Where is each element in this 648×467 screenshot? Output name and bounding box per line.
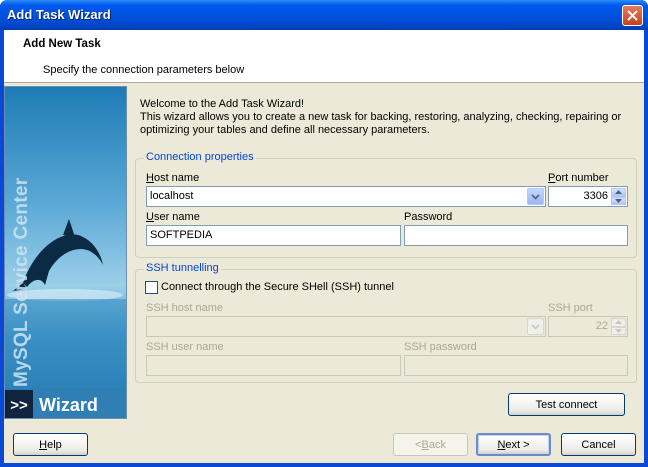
ssh-group-legend: SSH tunnelling <box>144 262 221 274</box>
wizard-side-banner: MySQL Service Center >> Wizard <box>4 86 127 419</box>
page-subtitle: Specify the connection parameters below <box>43 64 245 76</box>
ssh-tunnel-checkbox[interactable] <box>145 281 158 294</box>
spin-down-icon[interactable] <box>611 326 626 335</box>
intro-line-1: Welcome to the Add Task Wizard! <box>140 98 305 110</box>
spin-down-icon[interactable] <box>611 196 626 205</box>
user-name-label: User name <box>146 211 200 223</box>
page-title: Add New Task <box>23 38 101 50</box>
help-button[interactable]: Help <box>13 433 88 456</box>
host-name-value: localhost <box>150 190 194 202</box>
cancel-button[interactable]: Cancel <box>561 433 636 456</box>
wizard-header: Add New Task Specify the connection para… <box>4 30 644 83</box>
ssh-host-dropdown-button[interactable] <box>527 318 544 335</box>
port-number-value: 3306 <box>583 190 608 202</box>
password-label: Password <box>404 211 453 223</box>
close-button[interactable] <box>622 5 643 26</box>
ssh-port-spin-buttons[interactable] <box>611 318 626 335</box>
window-title: Add Task Wizard <box>7 7 111 22</box>
intro-line-3: optimizing your tables and define all ne… <box>140 124 430 136</box>
spin-up-icon[interactable] <box>611 188 626 197</box>
user-name-value: SOFTPEDIA <box>150 229 213 241</box>
password-input[interactable] <box>404 225 628 246</box>
host-name-combo[interactable]: localhost <box>146 186 546 207</box>
ssh-host-name-combo[interactable] <box>146 316 546 337</box>
user-name-input[interactable]: SOFTPEDIA <box>146 225 401 246</box>
ssh-tunnel-checkbox-label[interactable]: Connect through the Secure SHell (SSH) t… <box>161 281 394 293</box>
sidebar-wizard-label: Wizard <box>33 390 126 418</box>
sidebar-arrows: >> <box>5 390 33 418</box>
chevron-down-icon <box>531 323 540 330</box>
ssh-user-name-label: SSH user name <box>146 341 224 353</box>
ssh-password-input[interactable] <box>404 355 628 376</box>
wizard-window: Add Task Wizard Add New Task Specify the… <box>0 0 648 467</box>
sidebar-footer: >> Wizard <box>5 390 126 418</box>
next-button[interactable]: Next > <box>476 433 551 456</box>
ssh-host-name-label: SSH host name <box>146 302 224 314</box>
test-connect-button[interactable]: Test connect <box>508 393 625 416</box>
close-icon <box>627 10 638 21</box>
ssh-port-label: SSH port <box>548 302 593 314</box>
intro-text: Welcome to the Add Task Wizard! This wiz… <box>140 98 640 137</box>
port-spin-buttons[interactable] <box>611 188 626 205</box>
spin-up-icon[interactable] <box>611 318 626 327</box>
connection-group-legend: Connection properties <box>144 151 256 163</box>
ssh-port-value: 22 <box>595 320 608 332</box>
title-bar[interactable]: Add Task Wizard <box>0 0 648 30</box>
host-dropdown-button[interactable] <box>527 188 544 205</box>
intro-line-2: This wizard allows you to create a new t… <box>140 111 622 123</box>
ssh-user-name-input[interactable] <box>146 355 401 376</box>
ssh-password-label: SSH password <box>404 341 477 353</box>
sidebar-vertical-title: MySQL Service Center <box>11 177 32 387</box>
port-number-spinner[interactable]: 3306 <box>548 186 628 207</box>
back-button[interactable]: < Back <box>393 433 468 456</box>
ssh-port-spinner[interactable]: 22 <box>548 316 628 337</box>
host-name-label: Host name <box>146 172 200 184</box>
port-number-label: Port number <box>548 172 609 184</box>
chevron-down-icon <box>531 193 540 200</box>
dialog-client-area: Add New Task Specify the connection para… <box>4 30 644 463</box>
